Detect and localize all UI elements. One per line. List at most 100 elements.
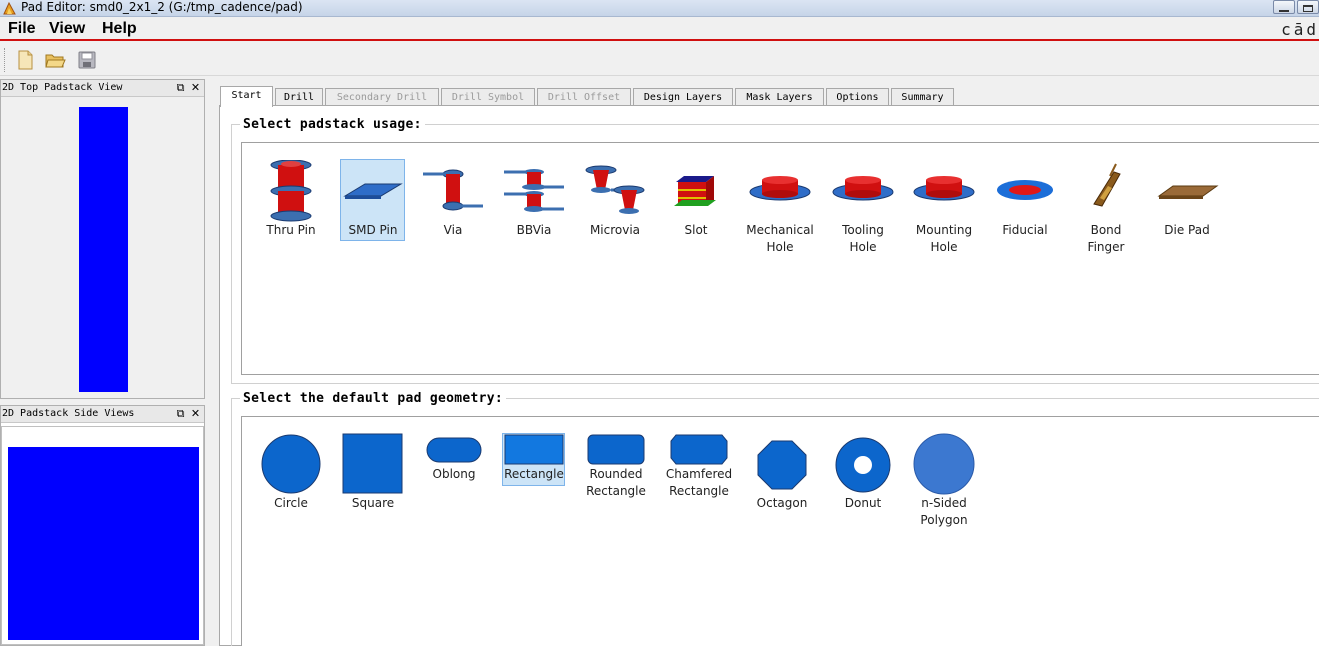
geometry-octagon[interactable]: Octagon [740, 433, 824, 512]
item-label: Microvia [589, 223, 641, 237]
usage-smd-pin[interactable]: SMD Pin [331, 159, 415, 241]
item-label-2: Hole [849, 240, 877, 254]
item-label: Mechanical [746, 223, 814, 237]
geometry-list: Circle Square Oblong Rectangle Rounded R… [241, 416, 1319, 646]
tab-summary[interactable]: Summary [891, 88, 954, 106]
top-view-canvas[interactable] [1, 97, 204, 398]
start-tab-content: Select padstack usage: Thru Pin SMD Pin [219, 105, 1319, 646]
toolbar-grip[interactable] [4, 48, 7, 72]
maximize-button[interactable] [1297, 0, 1319, 14]
geometry-square[interactable]: Square [331, 433, 415, 512]
minimize-button[interactable] [1273, 0, 1295, 14]
tab-design-layers[interactable]: Design Layers [633, 88, 733, 106]
save-disk-icon[interactable] [76, 49, 98, 71]
pad-side-shape [8, 447, 199, 640]
menu-help[interactable]: Help [102, 20, 137, 38]
side-view-canvas[interactable] [1, 426, 204, 645]
item-label-2: Hole [766, 240, 794, 254]
item-label-2: Hole [930, 240, 958, 254]
geometry-n-sided-polygon[interactable]: n-Sided Polygon [902, 433, 986, 529]
usage-microvia[interactable]: Microvia [573, 160, 657, 239]
panel-title: 2D Top Padstack View [2, 82, 123, 93]
usage-group-title: Select padstack usage: [240, 117, 425, 132]
chamfered-rectangle-shape-icon [670, 434, 728, 465]
usage-die-pad[interactable]: Die Pad [1145, 160, 1229, 239]
new-file-icon[interactable] [14, 49, 36, 71]
float-panel-icon[interactable]: ⧉ [175, 407, 186, 420]
item-label: Thru Pin [266, 223, 316, 237]
tab-start[interactable]: Start [220, 86, 273, 107]
geometry-donut[interactable]: Donut [821, 433, 905, 512]
menu-view[interactable]: View [49, 20, 85, 38]
title-bar: Pad Editor: smd0_2x1_2 (G:/tmp_cadence/p… [0, 0, 1319, 17]
geometry-chamfered-rectangle[interactable]: Chamfered Rectangle [657, 433, 741, 500]
close-icon[interactable]: ✕ [190, 81, 201, 94]
fiducial-icon [997, 180, 1053, 200]
usage-fiducial[interactable]: Fiducial [983, 160, 1067, 239]
item-label: Square [351, 496, 395, 510]
item-label-2: Rectangle [669, 484, 729, 498]
geometry-circle[interactable]: Circle [249, 433, 333, 512]
usage-slot[interactable]: Slot [654, 160, 738, 239]
oblong-shape-icon [426, 437, 482, 463]
bond-finger-icon [1093, 163, 1121, 207]
panel-header: 2D Top Padstack View ⧉ ✕ [1, 80, 204, 97]
usage-list: Thru Pin SMD Pin Via BBVia Microvia Slot… [241, 142, 1319, 375]
close-icon[interactable]: ✕ [190, 407, 201, 420]
n-sided-polygon-shape-icon [913, 433, 975, 495]
item-label: Oblong [432, 467, 476, 481]
tooling-hole-icon [832, 176, 894, 201]
microvia-icon [585, 165, 645, 214]
via-icon [423, 169, 483, 211]
usage-via[interactable]: Via [411, 160, 495, 239]
geometry-oblong[interactable]: Oblong [412, 433, 496, 483]
usage-bond-finger[interactable]: Bond Finger [1064, 160, 1148, 256]
mounting-hole-icon [913, 176, 975, 201]
item-label: SMD Pin [348, 223, 398, 237]
item-label: Tooling [842, 223, 884, 237]
panel-header: 2D Padstack Side Views ⧉ ✕ [1, 406, 204, 423]
usage-thru-pin[interactable]: Thru Pin [249, 160, 333, 239]
pad-top-shape [79, 107, 128, 392]
tab-mask-layers[interactable]: Mask Layers [735, 88, 824, 106]
menu-bar: File View Help cād [0, 17, 1319, 41]
item-label: Die Pad [1164, 223, 1210, 237]
geometry-rounded-rectangle[interactable]: Rounded Rectangle [574, 433, 658, 500]
usage-bbvia[interactable]: BBVia [492, 160, 576, 239]
item-label: Slot [684, 223, 708, 237]
tab-options[interactable]: Options [826, 88, 889, 106]
brand-logo: cād [1281, 20, 1319, 39]
item-label: Rectangle [504, 467, 564, 481]
item-label: Via [443, 223, 463, 237]
panel-title: 2D Padstack Side Views [2, 408, 135, 419]
app-icon [3, 2, 16, 15]
top-padstack-view-panel: 2D Top Padstack View ⧉ ✕ [0, 79, 205, 399]
usage-mechanical-hole[interactable]: Mechanical Hole [738, 160, 822, 256]
usage-tooling-hole[interactable]: Tooling Hole [821, 160, 905, 256]
tab-drill[interactable]: Drill [275, 88, 323, 106]
circle-shape-icon [261, 434, 321, 494]
mechanical-hole-icon [749, 176, 811, 201]
float-panel-icon[interactable]: ⧉ [175, 81, 186, 94]
item-label: Rounded [589, 467, 643, 481]
window-title: Pad Editor: smd0_2x1_2 (G:/tmp_cadence/p… [21, 0, 303, 14]
item-label: Octagon [756, 496, 808, 510]
rounded-rectangle-shape-icon [587, 434, 645, 465]
item-label: Mounting [915, 223, 973, 237]
donut-shape-icon [835, 437, 891, 493]
item-label-2: Finger [1087, 240, 1125, 254]
window-controls [1271, 0, 1319, 14]
item-label: n-Sided [921, 496, 967, 510]
open-folder-icon[interactable] [44, 49, 66, 71]
smd-pin-icon [343, 183, 403, 199]
square-shape-icon [342, 433, 403, 494]
geometry-rectangle[interactable]: Rectangle [492, 433, 576, 486]
slot-icon [674, 176, 716, 206]
menu-file[interactable]: File [8, 20, 36, 38]
usage-mounting-hole[interactable]: Mounting Hole [902, 160, 986, 256]
item-label: Circle [274, 496, 308, 510]
geometry-group-title: Select the default pad geometry: [240, 391, 507, 406]
tab-drill-offset: Drill Offset [537, 88, 631, 106]
thru-pin-icon [270, 160, 312, 222]
dock-splitter[interactable] [210, 79, 218, 646]
